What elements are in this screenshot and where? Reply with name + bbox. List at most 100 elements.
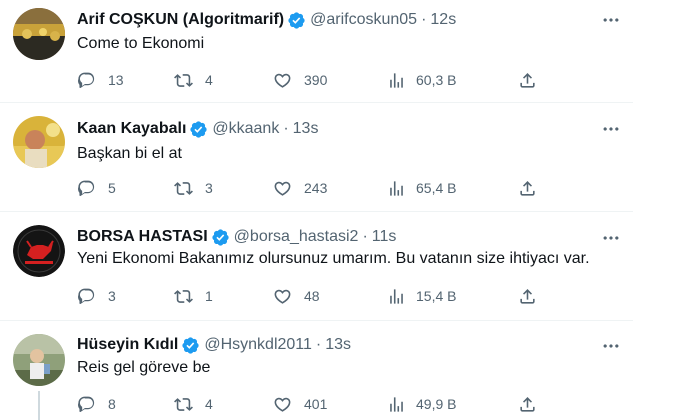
separator-dot: · bbox=[362, 228, 368, 245]
tweet-4[interactable]: Hüseyin Kıdıl @Hsynkdl2011 · 13s Reis ge… bbox=[0, 321, 633, 420]
retweet-button[interactable]: 1 bbox=[174, 286, 213, 306]
views-button[interactable]: 15,4 B bbox=[387, 286, 456, 306]
author-handle[interactable]: @borsa_hastasi2 bbox=[234, 228, 359, 246]
tweet-time[interactable]: 13s bbox=[293, 120, 319, 138]
tweet-actions: 5 3 243 65,4 B bbox=[77, 178, 537, 198]
reply-icon bbox=[77, 71, 96, 90]
views-button[interactable]: 60,3 B bbox=[387, 70, 456, 90]
heart-icon bbox=[273, 71, 292, 90]
tweet-feed: Arif COŞKUN (Algoritmarif) @arifcoskun05… bbox=[0, 0, 633, 420]
tweet-actions: 3 1 48 15,4 B bbox=[77, 286, 537, 306]
tweet-header: Hüseyin Kıdıl @Hsynkdl2011 · 13s bbox=[77, 333, 351, 357]
view-count: 49,9 B bbox=[416, 396, 457, 412]
retweet-button[interactable]: 4 bbox=[174, 70, 213, 90]
tweet-actions: 8 4 401 49,9 B bbox=[77, 394, 537, 414]
verified-badge-icon bbox=[287, 11, 306, 30]
share-icon bbox=[518, 71, 537, 90]
tweet-text: Reis gel göreve be bbox=[77, 359, 211, 376]
views-button[interactable]: 65,4 B bbox=[387, 178, 456, 198]
verified-badge-icon bbox=[189, 120, 208, 139]
author-handle[interactable]: @kkaank bbox=[212, 120, 279, 138]
retweet-count: 4 bbox=[205, 396, 213, 412]
reply-button[interactable]: 3 bbox=[77, 286, 116, 306]
retweet-count: 1 bbox=[205, 288, 213, 304]
retweet-button[interactable]: 3 bbox=[174, 178, 213, 198]
heart-icon bbox=[273, 395, 292, 414]
reply-icon bbox=[77, 287, 96, 306]
more-dots-icon[interactable] bbox=[601, 10, 621, 30]
tweet-time[interactable]: 11s bbox=[372, 228, 397, 246]
like-button[interactable]: 401 bbox=[273, 394, 327, 414]
reply-button[interactable]: 13 bbox=[77, 70, 124, 90]
like-button[interactable]: 390 bbox=[273, 70, 327, 90]
like-count: 243 bbox=[304, 180, 328, 196]
share-button[interactable] bbox=[518, 286, 537, 306]
avatar[interactable] bbox=[13, 8, 65, 60]
tweet-time[interactable]: 13s bbox=[325, 336, 351, 354]
like-button[interactable]: 243 bbox=[273, 178, 327, 198]
views-bar-chart-icon bbox=[387, 395, 406, 414]
retweet-button[interactable]: 4 bbox=[174, 394, 213, 414]
heart-icon bbox=[273, 179, 292, 198]
tweet-header: BORSA HASTASI @borsa_hastasi2 · 11s bbox=[77, 225, 396, 249]
author-handle[interactable]: @arifcoskun05 bbox=[310, 11, 417, 29]
author-name[interactable]: Hüseyin Kıdıl bbox=[77, 336, 178, 354]
tweet-3[interactable]: BORSA HASTASI @borsa_hastasi2 · 11s Yeni… bbox=[0, 212, 633, 320]
share-button[interactable] bbox=[518, 394, 537, 414]
tweet-text: Come to Ekonomi bbox=[77, 35, 205, 52]
share-icon bbox=[518, 287, 537, 306]
like-count: 401 bbox=[304, 396, 328, 412]
like-button[interactable]: 48 bbox=[273, 286, 320, 306]
like-count: 48 bbox=[304, 288, 320, 304]
reply-button[interactable]: 8 bbox=[77, 394, 116, 414]
retweet-count: 4 bbox=[205, 72, 213, 88]
avatar-image-bull-logo bbox=[13, 225, 65, 277]
reply-count: 5 bbox=[108, 180, 116, 196]
avatar[interactable] bbox=[13, 334, 65, 386]
more-dots-icon[interactable] bbox=[601, 228, 621, 248]
thread-line bbox=[38, 391, 40, 420]
more-dots-icon[interactable] bbox=[601, 336, 621, 356]
view-count: 15,4 B bbox=[416, 288, 457, 304]
view-count: 65,4 B bbox=[416, 180, 457, 196]
share-button[interactable] bbox=[518, 178, 537, 198]
retweet-icon bbox=[174, 179, 193, 198]
like-count: 390 bbox=[304, 72, 328, 88]
separator-dot: · bbox=[421, 11, 427, 28]
retweet-count: 3 bbox=[205, 180, 213, 196]
reply-icon bbox=[77, 179, 96, 198]
avatar[interactable] bbox=[13, 225, 65, 277]
tweet-header: Arif COŞKUN (Algoritmarif) @arifcoskun05… bbox=[77, 8, 456, 32]
tweet-header: Kaan Kayabalı @kkaank · 13s bbox=[77, 117, 318, 141]
retweet-icon bbox=[174, 395, 193, 414]
verified-badge-icon bbox=[211, 228, 230, 247]
share-button[interactable] bbox=[518, 70, 537, 90]
author-name[interactable]: Kaan Kayabalı bbox=[77, 120, 186, 138]
avatar-image-stadium-crowd bbox=[13, 8, 65, 60]
views-bar-chart-icon bbox=[387, 71, 406, 90]
author-handle[interactable]: @Hsynkdl2011 bbox=[204, 336, 312, 354]
tweet-1[interactable]: Arif COŞKUN (Algoritmarif) @arifcoskun05… bbox=[0, 0, 633, 102]
more-dots-icon[interactable] bbox=[601, 119, 621, 139]
tweet-2[interactable]: Kaan Kayabalı @kkaank · 13s Başkan bi el… bbox=[0, 103, 633, 211]
author-name[interactable]: BORSA HASTASI bbox=[77, 228, 208, 246]
author-name[interactable]: Arif COŞKUN (Algoritmarif) bbox=[77, 11, 284, 29]
avatar[interactable] bbox=[13, 116, 65, 168]
separator-dot: · bbox=[315, 336, 322, 353]
retweet-icon bbox=[174, 287, 193, 306]
reply-icon bbox=[77, 395, 96, 414]
views-bar-chart-icon bbox=[387, 179, 406, 198]
heart-icon bbox=[273, 287, 292, 306]
views-button[interactable]: 49,9 B bbox=[387, 394, 456, 414]
verified-badge-icon bbox=[181, 336, 200, 355]
tweet-text: Başkan bi el at bbox=[77, 145, 182, 162]
avatar-image-portrait bbox=[13, 116, 65, 168]
share-icon bbox=[518, 179, 537, 198]
reply-count: 13 bbox=[108, 72, 124, 88]
separator-dot: · bbox=[283, 120, 289, 137]
reply-count: 3 bbox=[108, 288, 116, 304]
retweet-icon bbox=[174, 71, 193, 90]
tweet-time[interactable]: 12s bbox=[430, 11, 456, 29]
avatar-image-child-photo bbox=[13, 334, 65, 386]
reply-button[interactable]: 5 bbox=[77, 178, 116, 198]
